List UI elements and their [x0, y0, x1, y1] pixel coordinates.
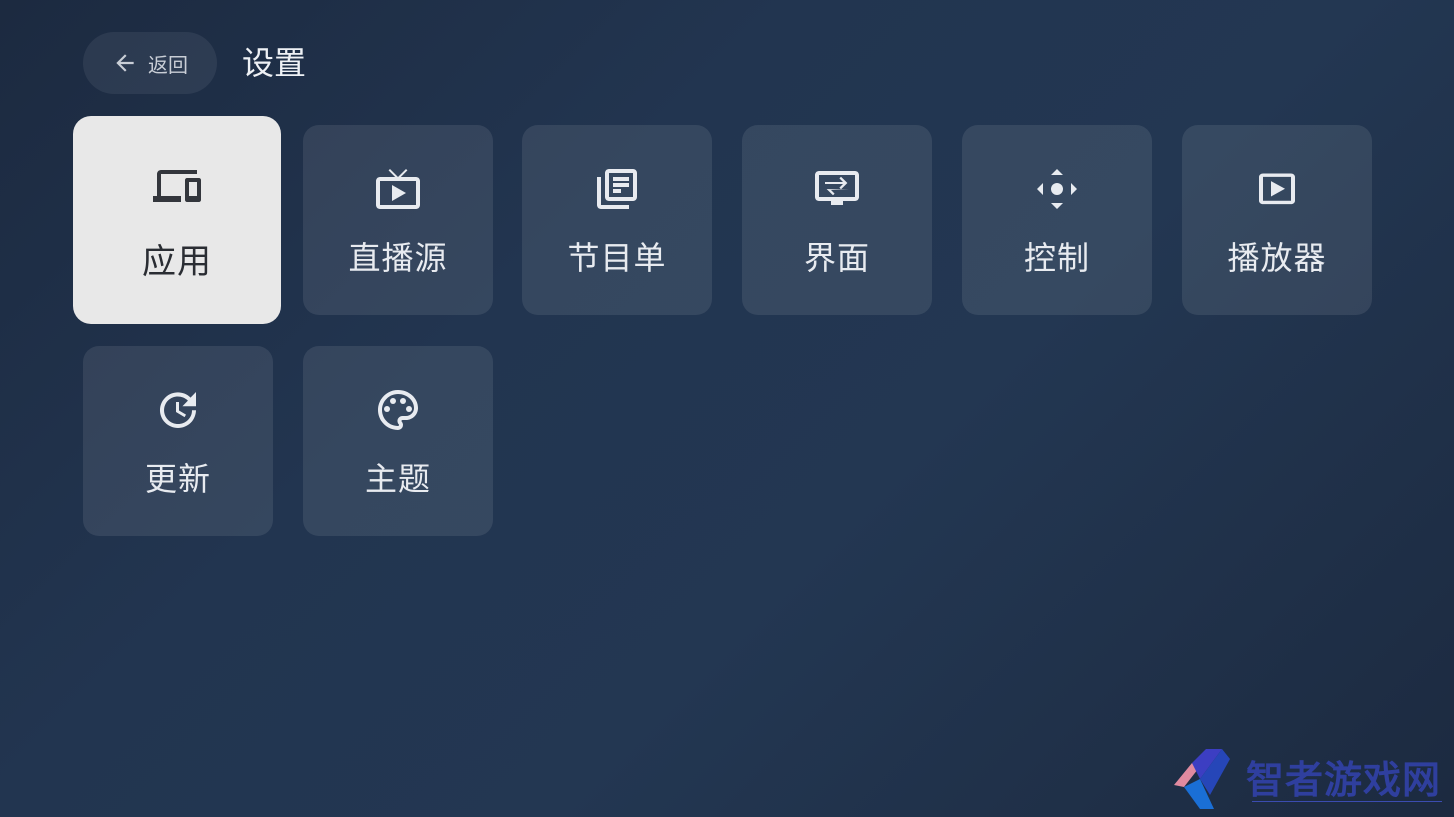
tile-label: 界面 [803, 239, 870, 277]
tile-update[interactable]: 更新 [83, 346, 273, 536]
tile-label: 节目单 [567, 239, 667, 277]
palette-icon [374, 386, 422, 434]
watermark-logo-icon [1174, 749, 1230, 809]
live-tv-icon [374, 165, 422, 213]
tile-label: 应用 [142, 242, 212, 282]
play-box-icon [1253, 165, 1301, 213]
back-label: 返回 [148, 52, 188, 77]
arrow-left-icon [112, 50, 138, 76]
watermark-text: 智者游戏网 [1246, 758, 1442, 802]
devices-icon [153, 162, 201, 210]
tile-label: 更新 [144, 460, 211, 498]
control-move-icon [1033, 165, 1081, 213]
library-books-icon [593, 165, 641, 213]
back-button[interactable]: 返回 [83, 32, 217, 94]
tile-live-source[interactable]: 直播源 [303, 125, 493, 315]
update-icon [154, 386, 202, 434]
page-title: 设置 [242, 44, 307, 82]
tile-label: 主题 [364, 460, 431, 498]
tile-control[interactable]: 控制 [962, 125, 1152, 315]
tile-app[interactable]: 应用 [73, 116, 281, 324]
tile-label: 直播源 [348, 239, 448, 277]
tile-program-guide[interactable]: 节目单 [522, 125, 712, 315]
screen-settings-icon [813, 165, 861, 213]
watermark: 智者游戏网 [1170, 749, 1450, 811]
watermark-underline [1252, 801, 1442, 802]
tile-label: 控制 [1023, 239, 1090, 277]
tile-interface[interactable]: 界面 [742, 125, 932, 315]
tile-label: 播放器 [1227, 239, 1327, 277]
tile-player[interactable]: 播放器 [1182, 125, 1372, 315]
tile-theme[interactable]: 主题 [303, 346, 493, 536]
